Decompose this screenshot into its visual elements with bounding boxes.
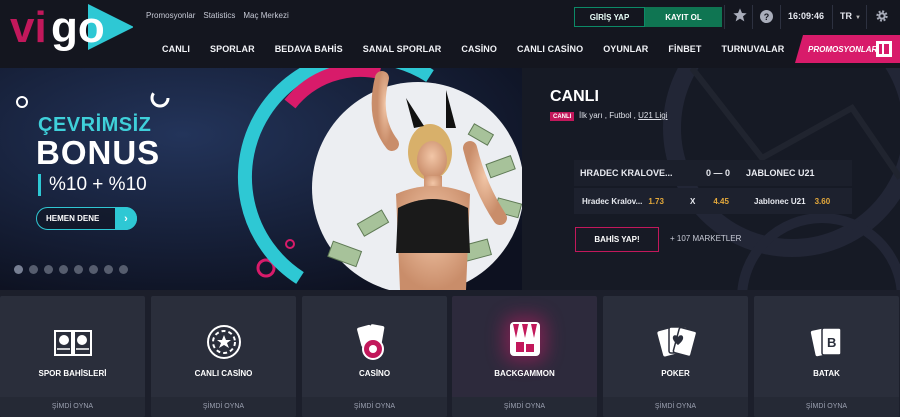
odd-label: Jablonec U21 <box>754 196 806 206</box>
slider-dot[interactable] <box>14 265 23 274</box>
star-icon[interactable] <box>732 7 748 23</box>
batak-cards-icon: B <box>807 322 847 362</box>
odd-away[interactable]: Jablonec U21 3.60 <box>754 188 830 214</box>
svg-text:B: B <box>827 335 836 350</box>
gear-icon[interactable] <box>874 8 890 24</box>
more-markets-link[interactable]: + 107 MARKETLER <box>670 234 741 243</box>
tile-label: CANLI CASİNO <box>194 369 253 378</box>
divider <box>752 5 753 29</box>
slider-dot[interactable] <box>44 265 53 274</box>
tile-label: POKER <box>661 369 690 378</box>
try-now-button[interactable]: HEMEN DENE › <box>36 207 137 230</box>
tile-label: BACKGAMMON <box>494 369 555 378</box>
svg-text:go: go <box>51 3 105 52</box>
backgammon-icon <box>509 322 540 356</box>
match-score: 0 — 0 <box>705 168 730 178</box>
play-now-link[interactable]: ŞİMDİ OYNA <box>603 397 748 417</box>
play-now-link[interactable]: ŞİMDİ OYNA <box>452 397 597 417</box>
tile-sports-betting[interactable]: SPOR BAHİSLERİ ŞİMDİ OYNA <box>0 296 145 417</box>
slider-dot[interactable] <box>59 265 68 274</box>
nav-sports[interactable]: SPORLAR <box>200 44 265 54</box>
tile-backgammon[interactable]: BACKGAMMON ŞİMDİ OYNA <box>452 296 597 417</box>
live-title: CANLI <box>550 88 599 105</box>
banner-subheadline: %10 + %10 <box>38 174 147 196</box>
nav-live-casino[interactable]: CANLI CASİNO <box>507 44 593 54</box>
live-casino-chip-icon <box>204 322 244 362</box>
slider-dot[interactable] <box>119 265 128 274</box>
odd-value: 1.73 <box>648 196 664 206</box>
tile-label: SPOR BAHİSLERİ <box>38 369 107 378</box>
tile-poker[interactable]: POKER ŞİMDİ OYNA <box>603 296 748 417</box>
category-tiles: SPOR BAHİSLERİ ŞİMDİ OYNA CANLI CASİNO Ş… <box>0 296 900 417</box>
divider <box>832 5 833 29</box>
tile-live-casino[interactable]: CANLI CASİNO ŞİMDİ OYNA <box>151 296 296 417</box>
banner-headline: BONUS <box>36 134 161 171</box>
tile-batak[interactable]: B BATAK ŞİMDİ OYNA <box>754 296 899 417</box>
try-now-label: HEMEN DENE <box>46 214 100 223</box>
language-label: TR <box>840 11 852 21</box>
vigo-logo[interactable]: vi go <box>8 0 133 58</box>
live-match-panel: CANLI CANLI İlk yarı , Futbol , U21 Ligi… <box>522 68 900 290</box>
play-now-link[interactable]: ŞİMDİ OYNA <box>0 397 145 417</box>
league-link[interactable]: U21 Ligi <box>638 111 667 120</box>
divider <box>780 5 781 29</box>
slider-dot[interactable] <box>104 265 113 274</box>
match-period-sport: İlk yarı , Futbol , <box>579 111 639 120</box>
odd-value: 3.60 <box>814 196 831 206</box>
sports-book-icon <box>53 322 93 362</box>
tile-label: BATAK <box>813 369 840 378</box>
odd-draw[interactable]: X 4.45 <box>690 188 729 214</box>
help-icon[interactable]: ? <box>760 10 773 23</box>
play-now-link[interactable]: ŞİMDİ OYNA <box>151 397 296 417</box>
language-selector[interactable]: TR ▼ <box>840 11 861 21</box>
clock-time: 16:09:46 <box>788 11 825 21</box>
promotions-tab[interactable]: PROMOSYONLAR <box>795 35 900 63</box>
odd-label: Hradec Kralov... <box>582 196 643 206</box>
casino-cards-chip-icon <box>355 322 395 362</box>
slider-dot[interactable] <box>74 265 83 274</box>
match-row[interactable]: HRADEC KRALOVE... 0 — 0 JABLONEC U21 <box>574 160 852 186</box>
divider <box>724 5 725 29</box>
divider <box>866 5 867 29</box>
tile-label: CASİNO <box>358 369 391 378</box>
top-link-match-center[interactable]: Maç Merkezi <box>243 11 288 20</box>
play-now-link[interactable]: ŞİMDİ OYNA <box>302 397 447 417</box>
home-team: HRADEC KRALOVE... <box>580 168 673 178</box>
tile-casino[interactable]: CASİNO ŞİMDİ OYNA <box>302 296 447 417</box>
slider-dots <box>14 265 128 274</box>
nav-finbet[interactable]: FİNBET <box>658 44 711 54</box>
top-links: Promosyonlar Statistics Maç Merkezi <box>146 11 289 20</box>
nav-free-bet[interactable]: BEDAVA BAHİS <box>265 44 353 54</box>
place-bet-button[interactable]: BAHİS YAP! <box>575 227 659 252</box>
chevron-down-icon: ▼ <box>855 15 861 21</box>
chevron-right-icon: › <box>115 207 137 230</box>
play-now-link[interactable]: ŞİMDİ OYNA <box>754 397 899 417</box>
slider-dot[interactable] <box>29 265 38 274</box>
login-button[interactable]: GİRİŞ YAP <box>574 7 645 27</box>
promotions-tab-label: PROMOSYONLAR <box>808 44 878 54</box>
svg-text:vi: vi <box>10 3 47 52</box>
register-button[interactable]: KAYIT OL <box>645 7 722 27</box>
odd-home[interactable]: Hradec Kralov... 1.73 <box>582 188 664 214</box>
live-badge: CANLI <box>550 112 575 121</box>
odd-label: X <box>690 196 696 206</box>
nav-virtual-sports[interactable]: SANAL SPORLAR <box>353 44 452 54</box>
nav-casino[interactable]: CASİNO <box>451 44 507 54</box>
slider-dot[interactable] <box>89 265 98 274</box>
top-link-promotions[interactable]: Promosyonlar <box>146 11 195 20</box>
top-link-statistics[interactable]: Statistics <box>203 11 235 20</box>
live-match-info: İlk yarı , Futbol , U21 Ligi <box>579 111 668 120</box>
odd-value: 4.45 <box>713 196 729 206</box>
poker-cards-icon <box>656 322 696 362</box>
promo-banner[interactable]: ÇEVRİMSİZ BONUS %10 + %10 HEMEN DENE › <box>0 68 522 290</box>
main-nav: CANLI SPORLAR BEDAVA BAHİS SANAL SPORLAR… <box>152 40 794 58</box>
gift-box-icon <box>876 41 892 57</box>
nav-tournaments[interactable]: TURNUVALAR <box>712 44 795 54</box>
odds-row: Hradec Kralov... 1.73 X 4.45 Jablonec U2… <box>574 188 852 214</box>
nav-games[interactable]: OYUNLAR <box>593 44 658 54</box>
top-header: vi go Promosyonlar Statistics Maç Merkez… <box>0 0 900 68</box>
away-team: JABLONEC U21 <box>746 168 815 178</box>
nav-live[interactable]: CANLI <box>152 44 200 54</box>
